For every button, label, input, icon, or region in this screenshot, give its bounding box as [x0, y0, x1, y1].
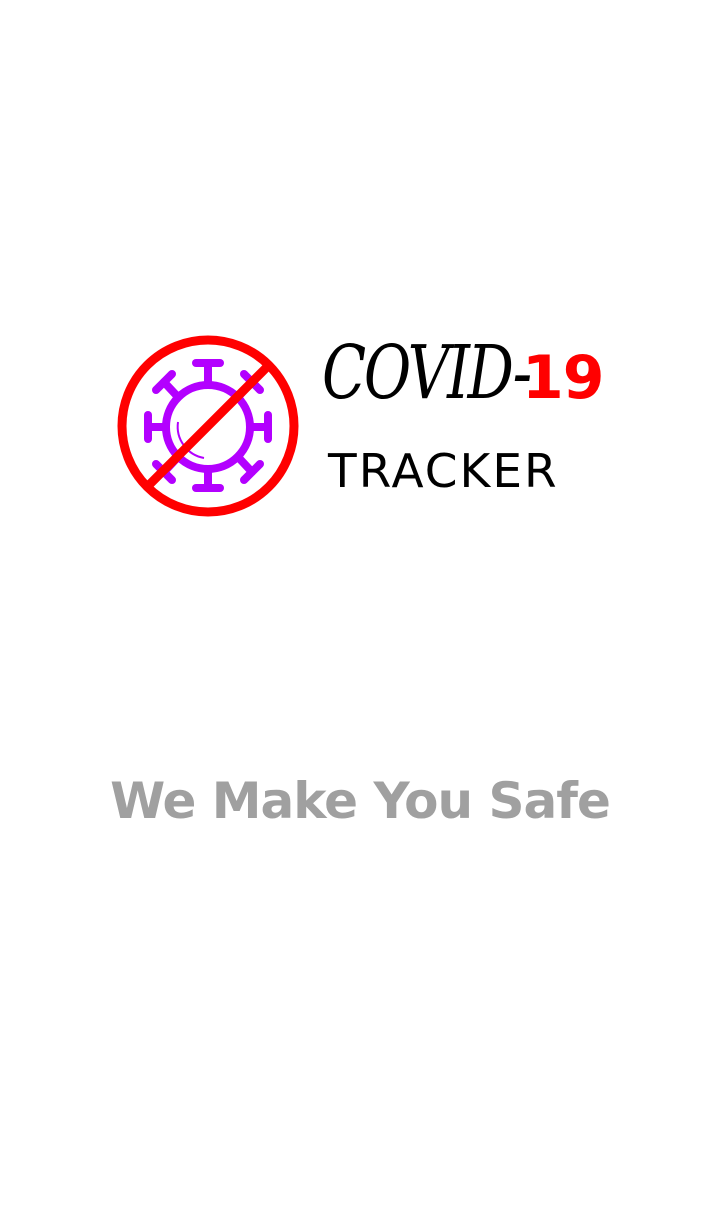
logo-subtitle: TRACKER: [328, 444, 559, 498]
app-logo: COVID- 19 TRACKER: [112, 330, 612, 522]
tagline: We Make You Safe: [110, 772, 611, 830]
logo-title: COVID- 19: [322, 330, 604, 416]
logo-title-main: COVID-: [322, 330, 532, 416]
no-virus-icon: [117, 335, 299, 517]
logo-title-number: 19: [522, 343, 604, 413]
logo-wordmark: COVID- 19 TRACKER: [322, 336, 622, 516]
